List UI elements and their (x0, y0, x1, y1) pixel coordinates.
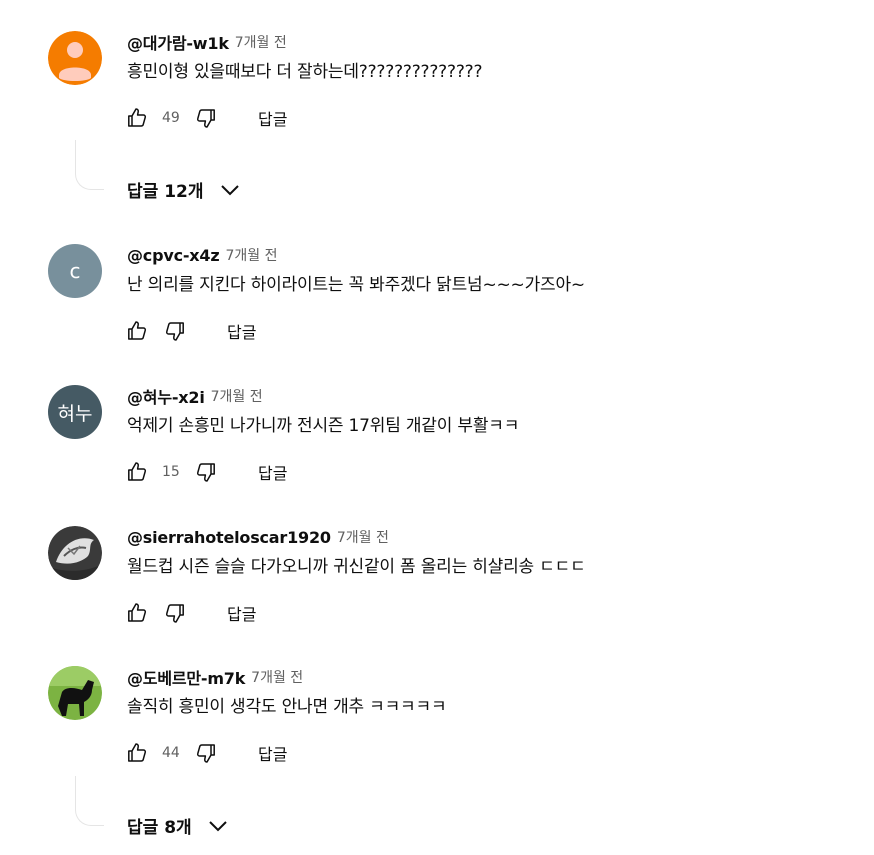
comment-header: @cpvc-x4z 7개월 전 (127, 244, 277, 266)
thread-connector (75, 140, 104, 190)
avatar[interactable]: c (48, 244, 102, 298)
dislike-icon[interactable] (163, 319, 187, 343)
view-replies-button[interactable]: 답글 8개 (127, 813, 230, 838)
comment-actions: 답글 (125, 318, 256, 344)
avatar[interactable] (48, 526, 102, 580)
like-icon[interactable] (125, 460, 149, 484)
comment-actions: 답글 (125, 600, 256, 626)
dislike-icon[interactable] (194, 106, 218, 130)
avatar[interactable] (48, 666, 102, 720)
comment-header: @도베르만-m7k 7개월 전 (127, 666, 303, 688)
dislike-icon[interactable] (163, 601, 187, 625)
dislike-icon[interactable] (194, 741, 218, 765)
comment-timestamp[interactable]: 7개월 전 (225, 245, 277, 265)
comment-author[interactable]: @혀누-x2i (127, 384, 205, 408)
comment-text: 월드컵 시즌 슬슬 다가오니까 귀신같이 폼 올리는 히샬리송 ㄷㄷㄷ (127, 557, 586, 577)
comment-timestamp[interactable]: 7개월 전 (251, 667, 303, 687)
like-icon[interactable] (125, 319, 149, 343)
comment-timestamp[interactable]: 7개월 전 (337, 527, 389, 547)
comment-author[interactable]: @대가람-w1k (127, 30, 229, 54)
reply-button[interactable]: 답글 (258, 106, 287, 130)
chevron-down-icon (206, 814, 230, 838)
reply-button[interactable]: 답글 (258, 460, 287, 484)
comment-author[interactable]: @cpvc-x4z (127, 246, 220, 265)
comment-header: @대가람-w1k 7개월 전 (127, 31, 287, 53)
comment-header: @혀누-x2i 7개월 전 (127, 385, 263, 407)
like-icon[interactable] (125, 106, 149, 130)
reply-button[interactable]: 답글 (227, 601, 256, 625)
reply-button[interactable]: 답글 (227, 319, 256, 343)
avatar-letter: c (69, 259, 81, 283)
comment-author[interactable]: @도베르만-m7k (127, 665, 245, 689)
comment-text: 억제기 손흥민 나가니까 전시즌 17위팀 개같이 부활ㅋㅋ (127, 416, 520, 436)
comment-timestamp[interactable]: 7개월 전 (211, 386, 263, 406)
avatar-letter: 혀누 (57, 402, 93, 425)
like-icon[interactable] (125, 601, 149, 625)
view-replies-button[interactable]: 답글 12개 (127, 177, 242, 202)
comment-text: 솔직히 흥민이 생각도 안나면 개추 ㅋㅋㅋㅋㅋ (127, 697, 447, 717)
like-count: 44 (162, 745, 180, 761)
comment-actions: 15 답글 (125, 459, 287, 485)
replies-count-label: 답글 8개 (127, 818, 192, 838)
comment-text: 흥민이형 있을때보다 더 잘하는데?????????????? (127, 62, 483, 82)
like-count: 15 (162, 464, 180, 480)
replies-count-label: 답글 12개 (127, 182, 204, 202)
comment-actions: 49 답글 (125, 105, 287, 131)
chevron-down-icon (218, 178, 242, 202)
comment-text: 난 의리를 지킨다 하이라이트는 꼭 봐주겠다 닭트넘~~~가즈아~ (127, 275, 585, 295)
like-count: 49 (162, 110, 180, 126)
comment-timestamp[interactable]: 7개월 전 (235, 32, 287, 52)
thread-connector (75, 776, 104, 826)
avatar[interactable]: 혀누 (48, 385, 102, 439)
comment-actions: 44 답글 (125, 740, 287, 766)
comment-author[interactable]: @sierrahoteloscar1920 (127, 528, 331, 547)
like-icon[interactable] (125, 741, 149, 765)
reply-button[interactable]: 답글 (258, 741, 287, 765)
avatar[interactable] (48, 31, 102, 85)
dislike-icon[interactable] (194, 460, 218, 484)
comment-header: @sierrahoteloscar1920 7개월 전 (127, 526, 389, 548)
